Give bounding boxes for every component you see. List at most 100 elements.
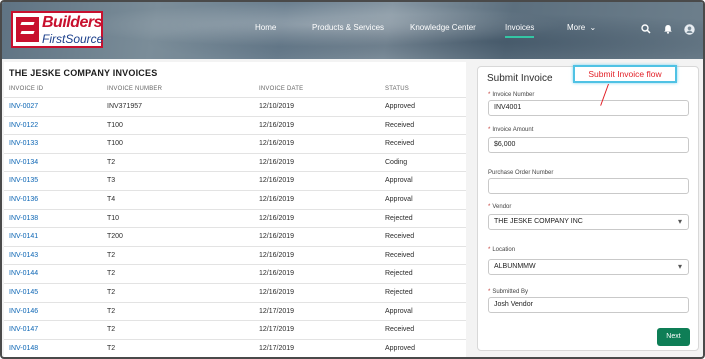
- invoice-number: T2: [107, 158, 116, 166]
- invoice-id-link[interactable]: INV-0141: [9, 233, 38, 240]
- invoices-title: THE JESKE COMPANY INVOICES: [9, 68, 158, 78]
- search-icon[interactable]: [641, 24, 651, 34]
- vendor-label-text: Vendor: [492, 204, 512, 210]
- invoice-date: 12/16/2019: [259, 121, 295, 129]
- required-marker: *: [488, 289, 491, 295]
- invoice-status: Received: [385, 233, 415, 241]
- invoices-panel: THE JESKE COMPANY INVOICES INVOICE ID IN…: [4, 62, 466, 357]
- bell-icon[interactable]: [663, 24, 673, 34]
- table-row: INV-0134 T2 12/16/2019 Coding: [4, 152, 466, 172]
- invoice-status: Approved: [385, 344, 415, 352]
- table-row: INV-0148 T2 12/17/2019 Approved: [4, 338, 466, 357]
- nav-home[interactable]: Home: [255, 23, 276, 32]
- nav-products-services[interactable]: Products & Services: [312, 23, 384, 32]
- invoice-status: Received: [385, 121, 415, 129]
- invoice-id-link[interactable]: INV-0143: [9, 252, 38, 259]
- invoice-id-link[interactable]: INV-0122: [9, 122, 38, 129]
- invoice-number: T2: [107, 270, 116, 278]
- invoice-id-link[interactable]: INV-0147: [9, 326, 38, 333]
- table-row: INV-0135 T3 12/16/2019 Approval: [4, 171, 466, 190]
- invoice-date: 12/16/2019: [259, 195, 295, 203]
- invoice-status: Coding: [385, 158, 408, 166]
- location-select[interactable]: ALBUNMMW: [488, 259, 689, 275]
- invoice-number: T2: [107, 251, 116, 259]
- vendor-selected-value: THE JESKE COMPANY INC: [494, 218, 583, 225]
- invoice-id-link[interactable]: INV-0135: [9, 177, 38, 184]
- invoice-number: T2: [107, 326, 116, 334]
- logo-text-builders: Builders: [42, 14, 103, 31]
- invoice-id-link[interactable]: INV-0148: [9, 345, 38, 352]
- logo-text-firstsource: FirstSource: [42, 32, 104, 46]
- invoice-date: 12/17/2019: [259, 307, 295, 315]
- invoice-number: INV371957: [107, 103, 143, 110]
- invoice-id-link[interactable]: INV-0027: [9, 103, 38, 110]
- invoice-date: 12/16/2019: [259, 233, 295, 241]
- invoice-id-link[interactable]: INV-0145: [9, 289, 38, 296]
- invoice-number-input[interactable]: INV4001: [488, 100, 689, 116]
- po-number-input[interactable]: [488, 178, 689, 194]
- invoice-number: T200: [107, 233, 123, 241]
- invoice-id-link[interactable]: INV-0133: [9, 140, 38, 147]
- table-row: INV-0136 T4 12/16/2019 Approval: [4, 189, 466, 209]
- invoice-id-link[interactable]: INV-0134: [9, 159, 38, 166]
- invoice-id-link[interactable]: INV-0144: [9, 270, 38, 277]
- invoice-date: 12/16/2019: [259, 158, 295, 166]
- user-avatar-icon[interactable]: [684, 24, 695, 35]
- header-bar: Builders FirstSource Home Products & Ser…: [2, 2, 703, 59]
- brand-logo[interactable]: Builders FirstSource: [11, 11, 103, 48]
- invoice-status: Approval: [385, 307, 413, 315]
- column-header-invoice-number[interactable]: INVOICE NUMBER: [107, 86, 162, 92]
- invoice-date: 12/16/2019: [259, 214, 295, 222]
- po-number-label: Purchase Order Number: [488, 170, 554, 176]
- app-window: Builders FirstSource Home Products & Ser…: [0, 0, 705, 359]
- nav-invoices[interactable]: Invoices: [505, 23, 535, 38]
- invoice-amount-label-text: Invoice Amount: [492, 127, 534, 133]
- table-row: INV-0138 T10 12/16/2019 Rejected: [4, 208, 466, 228]
- column-header-invoice-date[interactable]: INVOICE DATE: [259, 86, 303, 92]
- invoice-number: T100: [107, 121, 123, 129]
- table-row: INV-0144 T2 12/16/2019 Rejected: [4, 264, 466, 283]
- submit-invoice-title: Submit Invoice: [487, 73, 553, 84]
- invoice-number: T3: [107, 177, 116, 185]
- invoice-number: T100: [107, 140, 123, 148]
- invoice-number: T2: [107, 307, 116, 315]
- invoice-status: Received: [385, 140, 415, 148]
- invoice-number-label-text: Invoice Number: [492, 92, 535, 98]
- vendor-select[interactable]: THE JESKE COMPANY INC: [488, 214, 689, 230]
- table-row: INV-0141 T200 12/16/2019 Received: [4, 227, 466, 246]
- nav-more[interactable]: More ⌄: [567, 23, 596, 32]
- table-row: INV-0133 T100 12/16/2019 Received: [4, 134, 466, 153]
- required-marker: *: [488, 247, 491, 253]
- invoice-status: Approval: [385, 195, 413, 203]
- location-label-text: Location: [492, 247, 516, 253]
- table-row: INV-0027 INV371957 12/10/2019 Approved: [4, 97, 466, 116]
- table-row: INV-0146 T2 12/17/2019 Approval: [4, 301, 466, 321]
- table-row: INV-0145 T2 12/16/2019 Rejected: [4, 282, 466, 302]
- invoice-number: T2: [107, 288, 116, 296]
- table-row: INV-0143 T2 12/16/2019 Received: [4, 245, 466, 265]
- invoice-status: Approval: [385, 177, 413, 185]
- invoice-date: 12/10/2019: [259, 103, 295, 110]
- location-label: * Location: [488, 247, 515, 253]
- required-marker: *: [488, 127, 491, 133]
- invoice-status: Approved: [385, 103, 415, 110]
- invoice-status: Rejected: [385, 288, 413, 296]
- invoice-id-link[interactable]: INV-0146: [9, 308, 38, 315]
- invoice-date: 12/16/2019: [259, 140, 295, 148]
- table-row: INV-0122 T100 12/16/2019 Received: [4, 115, 466, 135]
- column-header-status[interactable]: STATUS: [385, 86, 409, 92]
- invoice-date: 12/17/2019: [259, 344, 295, 352]
- next-button[interactable]: Next: [657, 328, 690, 346]
- invoice-number: T4: [107, 195, 116, 203]
- invoice-amount-input[interactable]: $6,000: [488, 137, 689, 153]
- submit-invoice-panel: Submit Invoice * Invoice Number INV4001 *…: [477, 66, 699, 351]
- invoice-status: Rejected: [385, 214, 413, 222]
- invoice-id-link[interactable]: INV-0136: [9, 196, 38, 203]
- invoice-id-link[interactable]: INV-0138: [9, 215, 38, 222]
- invoice-number: T10: [107, 214, 120, 222]
- submitted-by-input[interactable]: Josh Vendor: [488, 297, 689, 313]
- invoice-date: 12/16/2019: [259, 177, 295, 185]
- nav-knowledge-center[interactable]: Knowledge Center: [410, 23, 476, 32]
- column-header-invoice-id[interactable]: INVOICE ID: [9, 86, 43, 92]
- invoice-date: 12/16/2019: [259, 251, 295, 259]
